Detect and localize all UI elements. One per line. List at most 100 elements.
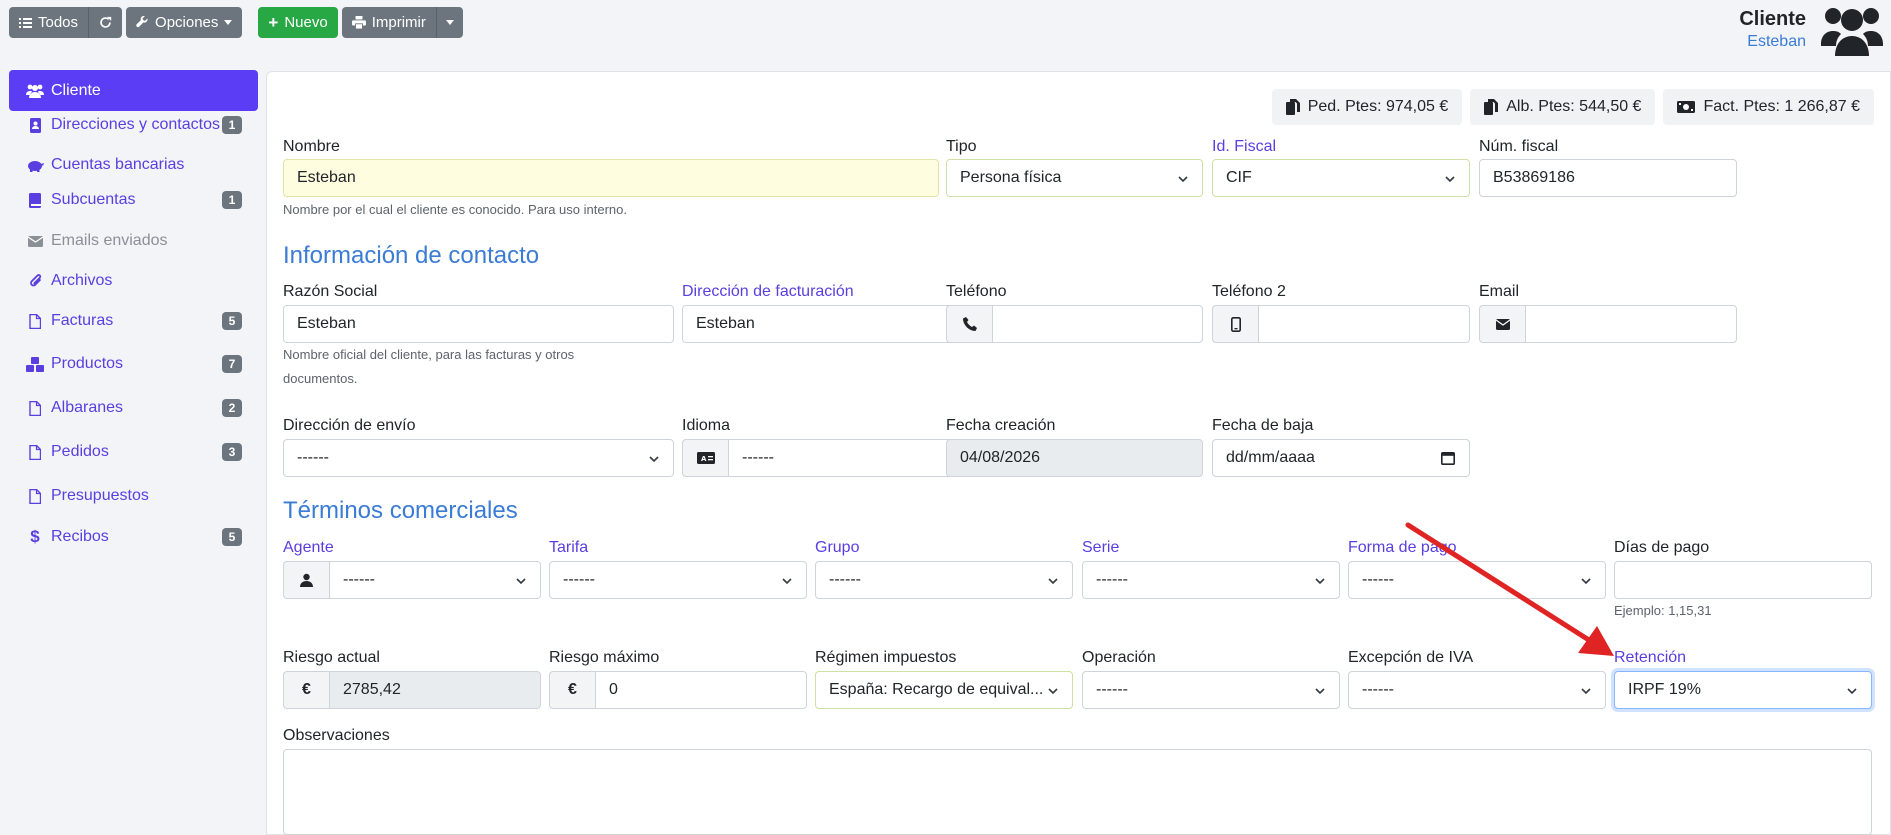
users-icon [25,84,45,98]
pending-orders-label: Ped. Ptes: 974,05 € [1307,98,1449,115]
new-button[interactable]: + Nuevo [258,7,338,38]
print-button[interactable]: Imprimir [341,7,436,38]
file-icon [25,400,45,416]
chevron-down-icon [1048,578,1058,585]
excepcion-select[interactable]: ------ [1348,671,1606,709]
sidebar-item-direcciones[interactable]: Direcciones y contactos 1 [9,105,258,145]
book-icon [25,192,45,208]
idfiscal-label[interactable]: Id. Fiscal [1212,138,1276,156]
riesgoact-group: € 2785,42 [283,671,541,709]
serie-label[interactable]: Serie [1082,539,1119,557]
tarifa-label[interactable]: Tarifa [549,539,588,557]
pending-invoices-label: Fact. Ptes: 1 266,87 € [1703,98,1860,115]
dirfact-label[interactable]: Dirección de facturación [682,283,854,301]
nombre-input[interactable]: Esteban [283,159,939,197]
sidebar-item-facturas[interactable]: Facturas 5 [9,301,258,341]
sidebar-item-recibos[interactable]: $ Recibos 5 [9,517,258,557]
count-badge: 3 [222,443,242,461]
diaspago-label: Días de pago [1614,539,1710,556]
fechabaja-input[interactable]: dd/mm/aaaa [1212,439,1470,477]
direnvio-value: ------ [297,449,329,466]
sidebar-item-label: Pedidos [51,443,109,460]
options-button[interactable]: Opciones [126,7,243,38]
copy-icon [1285,99,1300,115]
observaciones-label: Observaciones [283,727,390,744]
retencion-select[interactable]: IRPF 19% [1614,671,1872,709]
tipo-select[interactable]: Persona física [946,159,1203,197]
operacion-select[interactable]: ------ [1082,671,1340,709]
chevron-down-icon [1178,176,1188,183]
sidebar-item-pedidos[interactable]: Pedidos 3 [9,429,258,475]
count-badge: 1 [222,116,242,134]
direnvio-select[interactable]: ------ [283,439,674,477]
grupo-label[interactable]: Grupo [815,539,859,557]
dirfact-value: Esteban [696,315,755,332]
riesgoact-value: 2785,42 [343,681,401,698]
sidebar-item-archivos[interactable]: Archivos [9,261,258,301]
operacion-label: Operación [1082,649,1156,666]
client-form-panel: Ped. Ptes: 974,05 € Alb. Ptes: 544,50 € … [266,71,1891,835]
agente-value: ------ [343,571,375,588]
numfiscal-input[interactable]: B53869186 [1479,159,1737,197]
currency-symbol: € [302,681,311,698]
sidebar-item-label: Facturas [51,312,114,329]
chevron-down-icon [1315,688,1325,695]
chevron-down-icon [1847,688,1857,695]
riesgoact-label: Riesgo actual [283,649,380,666]
regimen-label: Régimen impuestos [815,649,957,666]
print-dropdown-button[interactable] [435,7,463,38]
all-button[interactable]: Todos [9,7,89,38]
sidebar-item-subcuentas[interactable]: Subcuentas 1 [9,183,258,217]
page-title: Cliente [1739,8,1806,30]
sidebar-item-emails-enviados[interactable]: Emails enviados [9,221,258,261]
idfiscal-select[interactable]: CIF [1212,159,1470,197]
chevron-down-icon [1581,688,1591,695]
retencion-label[interactable]: Retención [1614,649,1686,667]
sidebar-item-label: Albaranes [51,399,124,416]
regimen-select[interactable]: España: Recargo de equival... [815,671,1073,709]
chevron-down-icon [224,20,233,25]
svg-text:A: A [701,455,707,463]
telefono-input[interactable] [992,305,1203,343]
calendar-icon[interactable] [1441,451,1455,465]
sidebar-item-cuentas-bancarias[interactable]: Cuentas bancarias [9,149,258,181]
excepcion-value: ------ [1362,681,1394,698]
riesgomax-input[interactable]: 0 [595,671,807,709]
tarifa-value: ------ [563,571,595,588]
count-badge: 2 [222,399,242,417]
sidebar-item-albaranes[interactable]: Albaranes 2 [9,387,258,429]
email-input[interactable] [1525,305,1737,343]
formapago-label[interactable]: Forma de pago [1348,539,1457,557]
pending-delivery-pill[interactable]: Alb. Ptes: 544,50 € [1470,89,1656,125]
list-icon [19,17,32,28]
mobile-icon [1212,305,1258,343]
sidebar-item-presupuestos[interactable]: Presupuestos [9,475,258,517]
user-tie-icon [283,561,329,599]
sidebar-item-productos[interactable]: Productos 7 [9,341,258,387]
telefono2-label: Teléfono 2 [1212,283,1286,300]
idioma-value: ------ [742,449,774,466]
formapago-select[interactable]: ------ [1348,561,1606,599]
agente-select[interactable]: ------ [329,561,541,599]
chevron-down-icon [1445,176,1455,183]
pending-orders-pill[interactable]: Ped. Ptes: 974,05 € [1271,89,1463,125]
serie-value: ------ [1096,571,1128,588]
diaspago-input[interactable] [1614,561,1872,599]
address-book-icon [25,117,45,133]
diaspago-help: Ejemplo: 1,15,31 [1614,603,1712,618]
pending-invoices-pill[interactable]: Fact. Ptes: 1 266,87 € [1663,89,1874,125]
serie-select[interactable]: ------ [1082,561,1340,599]
refresh-button[interactable] [88,7,123,38]
email-group [1479,305,1737,343]
razon-input[interactable]: Esteban [283,305,674,343]
agente-label[interactable]: Agente [283,539,334,557]
observaciones-textarea[interactable] [283,749,1872,835]
envelope-icon [1479,305,1525,343]
chevron-down-icon [1581,578,1591,585]
grupo-select[interactable]: ------ [815,561,1073,599]
grupo-value: ------ [829,571,861,588]
fechacre-value: 04/08/2026 [960,449,1041,466]
tarifa-select[interactable]: ------ [549,561,807,599]
telefono2-input[interactable] [1258,305,1470,343]
tipo-label: Tipo [946,138,977,155]
